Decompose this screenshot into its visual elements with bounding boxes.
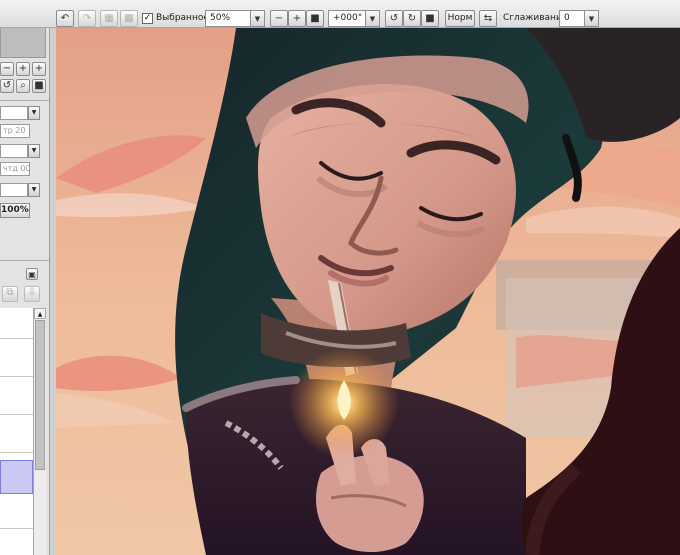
redo-icon: ↷ bbox=[82, 12, 92, 24]
zoom-in-icon: + bbox=[292, 12, 302, 24]
chevron-down-icon: ▼ bbox=[31, 109, 37, 116]
zoom-reset-button[interactable]: ■ bbox=[306, 10, 324, 27]
chevron-down-icon: ▼ bbox=[369, 14, 376, 23]
rotation-dropdown-arrow[interactable]: ▼ bbox=[366, 10, 380, 27]
layer-row-divider bbox=[0, 414, 33, 415]
flip-horizontal-button[interactable]: ⇆ bbox=[479, 10, 497, 27]
deselect-icon: ▦ bbox=[104, 12, 114, 24]
chevron-down-icon: ▼ bbox=[31, 186, 37, 193]
zoom-out-button[interactable]: − bbox=[270, 10, 288, 27]
zoom-in-button[interactable]: + bbox=[288, 10, 306, 27]
layer-row-divider bbox=[0, 376, 33, 377]
panel-divider bbox=[0, 260, 49, 261]
drawing-canvas[interactable] bbox=[56, 28, 680, 555]
invert-selection-button[interactable]: ▩ bbox=[120, 10, 138, 27]
navigator-preview bbox=[0, 28, 46, 58]
plus-icon: + bbox=[34, 63, 44, 74]
deselect-button[interactable]: ▦ bbox=[100, 10, 118, 27]
painting-artwork bbox=[56, 28, 680, 555]
protect-dropdown-arrow[interactable]: ▼ bbox=[28, 183, 40, 197]
layer-mode-dropdown-arrow[interactable]: ▼ bbox=[28, 106, 40, 120]
redo-button[interactable]: ↷ bbox=[78, 10, 96, 27]
zoom-out-icon: − bbox=[2, 63, 12, 74]
navigator-search-button[interactable]: ⌕ bbox=[16, 79, 30, 93]
invert-selection-icon: ▩ bbox=[124, 12, 134, 24]
rotate-right-button[interactable]: ↻ bbox=[403, 10, 421, 27]
zoom-in-icon: + bbox=[18, 63, 28, 74]
copy-layer-icon: ⧉ bbox=[6, 287, 14, 298]
navigator-zoom-in-button[interactable]: + bbox=[16, 62, 30, 76]
zoom-dropdown-arrow[interactable]: ▼ bbox=[251, 10, 265, 27]
layer-list-scrollbar[interactable]: ▲ bbox=[34, 308, 46, 555]
rotate-left-icon: ↺ bbox=[389, 12, 399, 24]
layer-copy-button[interactable]: ⧉ bbox=[2, 286, 18, 302]
smoothing-dropdown-arrow[interactable]: ▼ bbox=[585, 10, 599, 27]
layer-row-divider bbox=[0, 338, 33, 339]
navigator-reset-button[interactable]: ■ bbox=[32, 79, 46, 93]
layer-merge-button[interactable]: ⇩ bbox=[24, 286, 40, 302]
square-icon: ▣ bbox=[28, 270, 36, 279]
protect-select[interactable] bbox=[0, 183, 28, 197]
rotate-left-button[interactable]: ↺ bbox=[385, 10, 403, 27]
navigator-zoom-out-button[interactable]: − bbox=[0, 62, 14, 76]
navigator-zoom-add-button[interactable]: + bbox=[32, 62, 46, 76]
layer-row-divider bbox=[0, 452, 33, 453]
main-toolbar: ↶ ↷ ▦ ▩ ✓ Выбранное 50% ▼ − + ■ +000° ▼ … bbox=[0, 0, 680, 28]
zoom-select[interactable]: 50% bbox=[205, 10, 251, 27]
undo-button[interactable]: ↶ bbox=[56, 10, 74, 27]
smoothing-label: Сглаживание bbox=[503, 13, 568, 23]
selection-label: Выбранное bbox=[156, 13, 209, 23]
zoom-out-icon: − bbox=[274, 12, 284, 24]
search-icon: ⌕ bbox=[20, 80, 26, 91]
rotation-reset-button[interactable]: ■ bbox=[421, 10, 439, 27]
layer-row-divider bbox=[0, 528, 33, 529]
layer-new-button[interactable]: ▣ bbox=[26, 268, 38, 280]
chevron-down-icon: ▼ bbox=[588, 14, 595, 23]
reset-square-icon: ■ bbox=[34, 80, 44, 91]
blend-mode-button[interactable]: Норм bbox=[445, 10, 475, 27]
smoothing-select[interactable]: 0 bbox=[559, 10, 585, 27]
flip-horizontal-icon: ⇆ bbox=[483, 12, 493, 24]
rotate-left-icon: ↺ bbox=[2, 80, 12, 91]
opacity-value[interactable]: 100% bbox=[0, 203, 30, 218]
rotate-right-icon: ↻ bbox=[407, 12, 417, 24]
left-panel: − + + ↺ ⌕ ■ ▼ тр 20 ▼ чтд 00 ▼ 100% ▣ ⧉ … bbox=[0, 28, 50, 555]
chevron-down-icon: ▼ bbox=[31, 147, 37, 154]
merge-layer-icon: ⇩ bbox=[27, 287, 37, 298]
blend-select[interactable] bbox=[0, 144, 28, 158]
rotation-select[interactable]: +000° bbox=[328, 10, 366, 27]
layer-list[interactable] bbox=[0, 308, 34, 555]
undo-icon: ↶ bbox=[60, 12, 70, 24]
scrollbar-thumb[interactable] bbox=[35, 320, 45, 470]
blend-dropdown-arrow[interactable]: ▼ bbox=[28, 144, 40, 158]
reset-square-icon: ■ bbox=[425, 12, 435, 24]
selection-checkbox[interactable]: ✓ bbox=[142, 13, 153, 24]
density-field[interactable]: тр 20 bbox=[0, 124, 30, 138]
selected-layer-row[interactable] bbox=[0, 460, 33, 494]
layer-mode-select[interactable] bbox=[0, 106, 28, 120]
strength-field[interactable]: чтд 00 bbox=[0, 162, 30, 176]
navigator-rotate-button[interactable]: ↺ bbox=[0, 79, 14, 93]
reset-square-icon: ■ bbox=[310, 12, 320, 24]
panel-divider bbox=[0, 100, 49, 101]
scroll-up-arrow[interactable]: ▲ bbox=[34, 308, 46, 319]
chevron-down-icon: ▼ bbox=[254, 14, 261, 23]
